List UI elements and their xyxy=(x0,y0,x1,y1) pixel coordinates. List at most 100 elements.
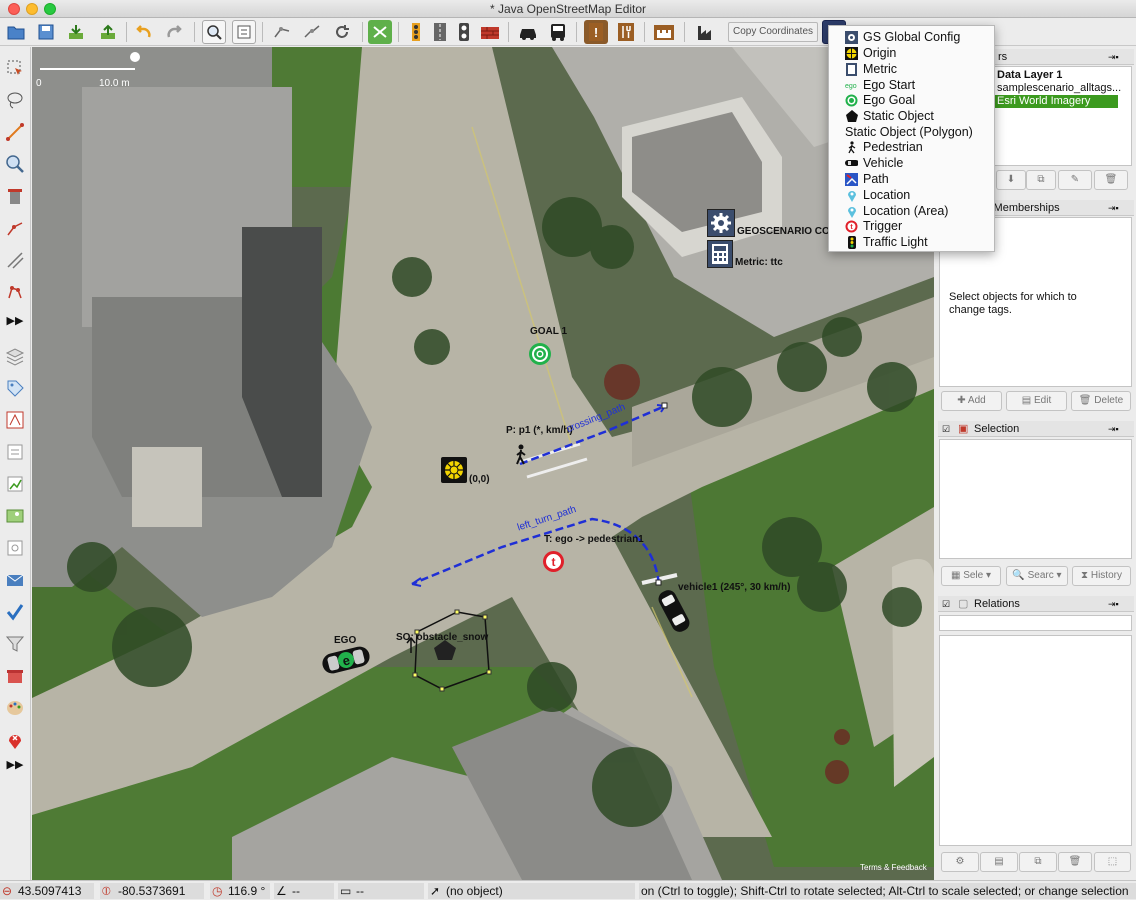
menu-item-pedestrian[interactable]: Pedestrian xyxy=(829,139,994,155)
error-pin-icon[interactable] xyxy=(4,729,26,751)
relation-settings-button[interactable]: ⚙ xyxy=(941,852,979,872)
menu-item-location[interactable]: Location xyxy=(829,187,994,203)
notes-icon[interactable] xyxy=(4,537,26,559)
improve-way-icon[interactable] xyxy=(4,217,26,239)
more-tools-icon[interactable]: ▶▶ xyxy=(4,309,26,331)
filter-icon[interactable] xyxy=(4,633,26,655)
select-button[interactable]: ▦ Sele ▾ xyxy=(941,566,1001,586)
layer-item-label: Data Layer 1 xyxy=(997,69,1063,81)
menu-item-static-object[interactable]: Static Object xyxy=(829,108,994,124)
panel-pin-icon[interactable]: ⇥▪ xyxy=(1108,421,1119,437)
target-icon[interactable] xyxy=(528,342,552,366)
undo-button[interactable] xyxy=(132,20,156,44)
menu-item-ego-start[interactable]: ego Ego Start xyxy=(829,77,994,93)
barrier-button[interactable] xyxy=(478,20,502,44)
refresh-button[interactable] xyxy=(330,20,354,44)
duplicate-relation-button[interactable]: ⧉ xyxy=(1019,852,1057,872)
draw-tool-icon[interactable] xyxy=(4,121,26,143)
chart-icon[interactable] xyxy=(4,473,26,495)
tag-icon[interactable] xyxy=(4,377,26,399)
layer-item[interactable]: 🌐samplescenario_alltags... xyxy=(997,82,1131,95)
traffic-signal-button[interactable] xyxy=(404,20,428,44)
redo-button[interactable] xyxy=(162,20,186,44)
upload-button[interactable] xyxy=(96,20,120,44)
close-window-button[interactable] xyxy=(8,3,20,15)
copy-coordinates-button[interactable]: Copy Coordinates xyxy=(728,22,818,42)
collapse-icon[interactable]: ☑ xyxy=(942,596,950,612)
trigger-icon[interactable]: t xyxy=(542,550,565,573)
menu-item-traffic-light[interactable]: Traffic Light xyxy=(829,234,994,250)
panel-pin-icon[interactable]: ⇥▪ xyxy=(1108,49,1119,65)
pedestrian-icon[interactable] xyxy=(513,444,529,466)
zoom-to-selection-button[interactable] xyxy=(202,20,226,44)
map-attribution[interactable]: Terms & Feedback xyxy=(860,863,927,872)
panel-pin-icon[interactable]: ⇥▪ xyxy=(1108,596,1119,612)
history-button[interactable]: ⧗ History xyxy=(1072,566,1131,586)
menu-item-path[interactable]: Path xyxy=(829,171,994,187)
open-file-button[interactable] xyxy=(4,20,28,44)
menu-item-trigger[interactable]: t Trigger xyxy=(829,218,994,234)
preferences-toggle-button[interactable] xyxy=(232,20,256,44)
menu-item-origin[interactable]: Origin xyxy=(829,45,994,61)
restaurant-button[interactable] xyxy=(614,20,638,44)
menu-item-vehicle[interactable]: Vehicle xyxy=(829,155,994,171)
move-down-button[interactable]: ⬇ xyxy=(996,170,1026,190)
mail-icon[interactable] xyxy=(4,569,26,591)
select-tool-icon[interactable] xyxy=(4,57,26,79)
layers-icon[interactable] xyxy=(4,345,26,367)
menu-item-static-object-polygon[interactable]: Static Object (Polygon) xyxy=(829,124,994,140)
road-button[interactable] xyxy=(428,20,452,44)
merge-layer-button[interactable]: ⧉ xyxy=(1026,170,1056,190)
extrude-tool-icon[interactable] xyxy=(4,281,26,303)
gear-icon[interactable] xyxy=(707,209,735,237)
zoom-window-button[interactable] xyxy=(44,3,56,15)
add-tag-button[interactable]: ✚ Add xyxy=(941,391,1002,411)
origin-icon[interactable] xyxy=(441,457,467,483)
palette-icon[interactable] xyxy=(4,697,26,719)
delete-layer-button[interactable]: 🗑 xyxy=(1094,170,1128,190)
zoom-tool-icon[interactable] xyxy=(4,153,26,175)
calculator-icon[interactable] xyxy=(707,240,733,268)
selection-list xyxy=(939,439,1132,559)
delete-tool-icon[interactable] xyxy=(4,185,26,207)
photo-icon[interactable] xyxy=(4,505,26,527)
factory-button[interactable] xyxy=(694,20,718,44)
edit-layer-button[interactable]: ✎ xyxy=(1058,170,1092,190)
menu-item-gs-global-config[interactable]: GS Global Config xyxy=(829,29,994,45)
collapse-icon[interactable]: ☑ xyxy=(942,421,950,437)
menu-item-location-area[interactable]: Location (Area) xyxy=(829,203,994,219)
save-button[interactable] xyxy=(34,20,58,44)
combine-way-button[interactable] xyxy=(270,20,294,44)
castle-button[interactable] xyxy=(652,20,676,44)
search-button[interactable]: 🔍 Searc ▾ xyxy=(1006,566,1068,586)
menu-item-metric[interactable]: Metric xyxy=(829,61,994,77)
car-button[interactable] xyxy=(516,20,540,44)
parallel-tool-icon[interactable] xyxy=(4,249,26,271)
relations-filter-input[interactable] xyxy=(939,615,1132,631)
geoscenario-arrows-button[interactable] xyxy=(368,20,392,44)
map-view[interactable]: 0 10.0 m GEOSCENARIO CO Metric: ttc GOAL… xyxy=(32,47,934,880)
minimize-window-button[interactable] xyxy=(26,3,38,15)
panel-pin-icon[interactable]: ⇥▪ xyxy=(1108,200,1119,216)
delete-relation-button[interactable]: 🗑 xyxy=(1058,852,1092,872)
package-icon[interactable] xyxy=(4,665,26,687)
traffic-light-icon xyxy=(845,235,858,249)
traffic-light-button[interactable] xyxy=(452,20,476,44)
lasso-tool-icon[interactable] xyxy=(4,89,26,111)
delete-tag-button[interactable]: 🗑 Delete xyxy=(1071,391,1131,411)
new-relation-button[interactable]: ▤ xyxy=(980,852,1018,872)
layer-item[interactable]: Data Layer 1 xyxy=(997,69,1131,82)
edit-tag-button[interactable]: ▤ Edit xyxy=(1006,391,1067,411)
layer-item-selected[interactable]: Esri World Imagery xyxy=(984,95,1118,108)
validate-icon[interactable] xyxy=(4,601,26,623)
bus-button[interactable] xyxy=(546,20,570,44)
select-relation-members-button[interactable]: ⬚ xyxy=(1094,852,1131,872)
history-icon[interactable] xyxy=(4,441,26,463)
split-way-button[interactable] xyxy=(300,20,324,44)
pentagon-icon[interactable] xyxy=(433,639,457,661)
warning-button[interactable]: ! xyxy=(584,20,608,44)
menu-item-ego-goal[interactable]: Ego Goal xyxy=(829,92,994,108)
download-button[interactable] xyxy=(64,20,88,44)
more-dialogs-icon[interactable]: ▶▶ xyxy=(4,753,26,775)
relation-icon[interactable] xyxy=(4,409,26,431)
